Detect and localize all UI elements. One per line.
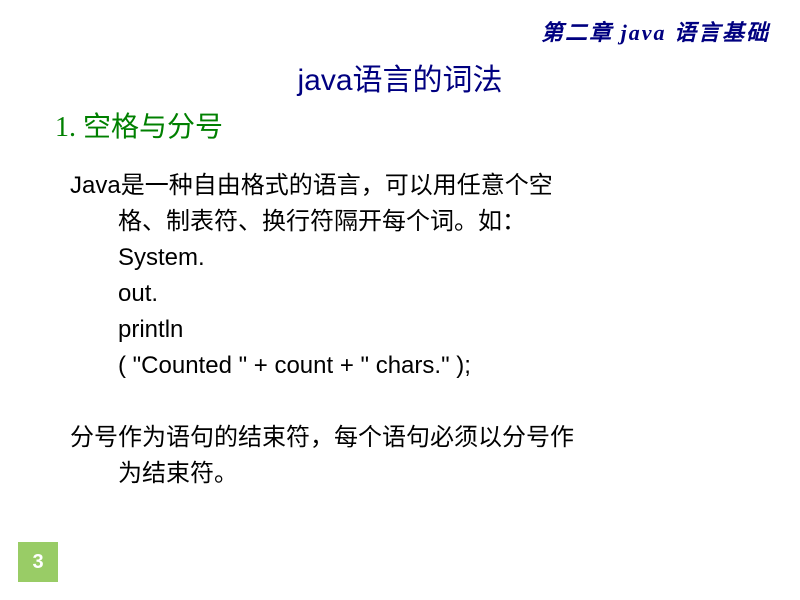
- para2-line1: 分号作为语句的结束符，每个语句必须以分号作: [70, 420, 750, 456]
- page-number: 3: [18, 542, 58, 582]
- para1-line1: Java是一种自由格式的语言，可以用任意个空: [70, 168, 750, 204]
- code-line-3: println: [70, 312, 750, 348]
- paragraph-2: 分号作为语句的结束符，每个语句必须以分号作 为结束符。: [70, 420, 750, 492]
- code-line-4: ( "Counted " + count + " chars." );: [70, 348, 750, 384]
- paragraph-1: Java是一种自由格式的语言，可以用任意个空 格、制表符、换行符隔开每个词。如：…: [70, 168, 750, 384]
- para1-line2: 格、制表符、换行符隔开每个词。如：: [70, 204, 750, 240]
- slide-title: java语言的词法: [297, 55, 502, 99]
- section-heading: 1. 空格与分号: [55, 105, 223, 145]
- code-line-1: System.: [70, 240, 750, 276]
- chapter-header: 第二章 java 语言基础: [541, 15, 770, 47]
- para2-line2: 为结束符。: [70, 456, 750, 492]
- code-line-2: out.: [70, 276, 750, 312]
- content-area: Java是一种自由格式的语言，可以用任意个空 格、制表符、换行符隔开每个词。如：…: [70, 168, 750, 492]
